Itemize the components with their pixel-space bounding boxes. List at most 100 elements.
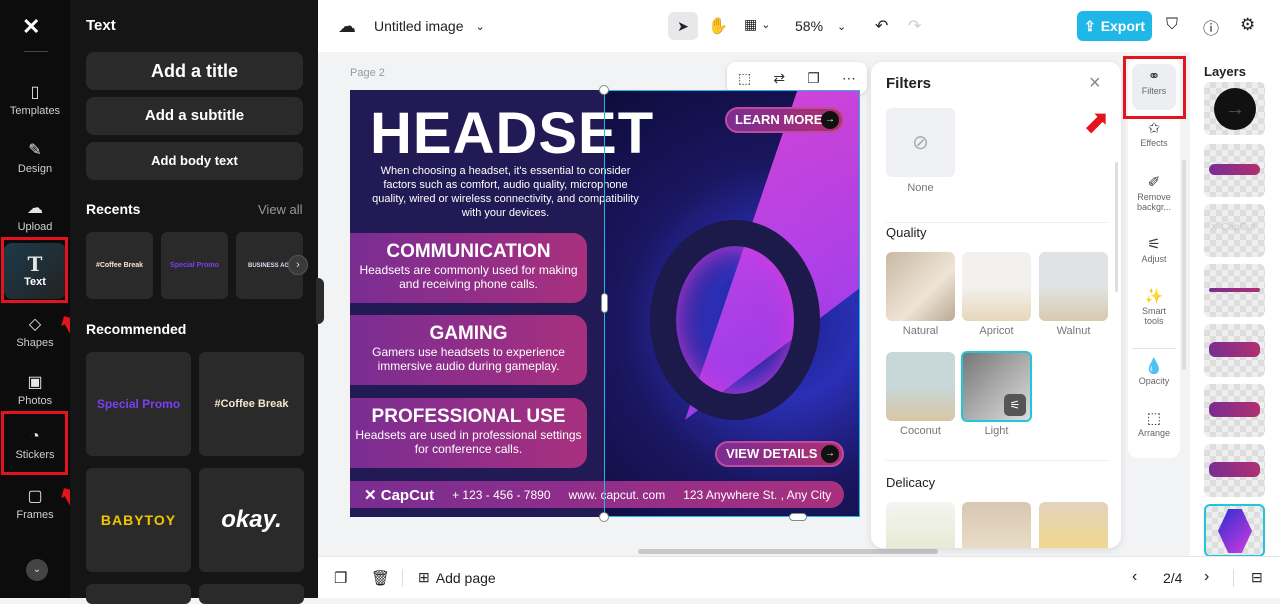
filter-label: Coconut [900, 425, 941, 437]
filter-delicacy-item[interactable] [1039, 502, 1108, 548]
arrange-icon: ⬚ [1146, 410, 1162, 427]
filter-delicacy-item[interactable] [886, 502, 955, 548]
duplicate-icon[interactable]: ❐ [807, 70, 820, 87]
resize-handle[interactable] [599, 512, 609, 522]
horizontal-scrollbar[interactable] [638, 549, 938, 554]
layer-item[interactable] [1204, 264, 1265, 317]
chevron-down-icon: ⌄ [761, 19, 771, 31]
add-page-button[interactable]: ⊞ Add page [418, 569, 496, 586]
resize-handle[interactable] [601, 293, 608, 313]
layout-dropdown[interactable]: ▦ ⌄ [744, 16, 770, 33]
delete-page-icon[interactable]: 🗑 [371, 569, 390, 587]
poster-intro[interactable]: When choosing a headset, it's essential … [368, 164, 643, 220]
section-text: Headsets are used in professional settin… [355, 428, 582, 456]
layer-item[interactable] [1204, 324, 1265, 377]
layer-item[interactable]: → [1204, 82, 1265, 135]
divider [402, 569, 403, 587]
tool-remove-background[interactable]: ✐ Remove backgr... [1128, 175, 1180, 212]
design-icon: ✎ [28, 141, 42, 159]
layer-capcut-text: ✕ CapCut [1210, 222, 1256, 233]
rail-label: Shapes [16, 336, 54, 349]
divider [24, 51, 48, 52]
tool-arrange[interactable]: ⬚ Arrange [1128, 410, 1180, 438]
filter-light-selected[interactable]: ⚟ [961, 351, 1032, 422]
shield-icon[interactable]: ⛉ [1166, 16, 1178, 34]
next-arrow-button[interactable]: › [288, 255, 308, 275]
filter-none[interactable]: ⊘ [886, 108, 955, 177]
section-gaming[interactable]: GAMING Gamers use headsets to experience … [350, 315, 587, 385]
recommended-text-item[interactable]: BABYTOY [86, 468, 191, 572]
expand-chevron-button[interactable]: ⌄ [26, 559, 48, 581]
next-page-button[interactable]: › [1204, 568, 1209, 586]
recents-heading: Recents [86, 201, 141, 217]
tool-label: Adjust [1141, 254, 1167, 264]
cloud-icon[interactable]: ☁ [338, 16, 356, 37]
zoom-dropdown[interactable]: 58% ⌄ [795, 18, 846, 34]
effects-icon: ✩ [1147, 120, 1161, 137]
settings-gear-icon[interactable]: ⚙ [1240, 15, 1255, 35]
tools-scrollbar[interactable] [1182, 160, 1186, 370]
view-all-link[interactable]: View all [258, 202, 303, 217]
redo-button[interactable]: ↷ [908, 16, 921, 36]
bottom-bar: ❐ 🗑 ⊞ Add page ‹ 2/4 › ⊟ [318, 556, 1280, 598]
crop-icon[interactable]: ⬚ [738, 70, 751, 87]
layer-item[interactable] [1204, 384, 1265, 437]
previous-page-button[interactable]: ‹ [1132, 568, 1137, 586]
layer-item[interactable] [1204, 444, 1265, 497]
resize-handle[interactable] [599, 85, 609, 95]
hand-tool-button[interactable]: ✋ [708, 16, 728, 36]
select-tool-button[interactable]: ➤ [668, 12, 698, 40]
adjust-sliders-icon[interactable]: ⚟ [1004, 394, 1026, 416]
recommended-text-item[interactable] [199, 584, 304, 604]
undo-button[interactable]: ↶ [875, 16, 888, 36]
recommended-text-item[interactable]: Special Promo [86, 352, 191, 456]
rail-upload[interactable]: ☁ Upload [4, 188, 66, 244]
recent-text-item[interactable]: #Coffee Break [86, 232, 153, 299]
add-title-button[interactable]: Add a title [86, 52, 303, 90]
tool-effects[interactable]: ✩ Effects [1128, 120, 1180, 148]
tool-smart-tools[interactable]: ✨ Smart tools [1128, 289, 1180, 326]
rail-shapes[interactable]: ◇ Shapes [4, 304, 66, 360]
layer-item-selected[interactable] [1204, 504, 1265, 557]
tool-opacity[interactable]: 💧 Opacity [1128, 359, 1180, 386]
recommended-text-item[interactable]: #Coffee Break [199, 352, 304, 456]
document-title[interactable]: Untitled image ⌄ [374, 18, 485, 34]
upload-icon: ☁ [27, 199, 43, 217]
rail-templates[interactable]: ▯ Templates [4, 72, 66, 128]
selection-box[interactable] [604, 90, 860, 517]
rail-design[interactable]: ✎ Design [4, 130, 66, 186]
export-button[interactable]: ⇪ Export [1077, 11, 1152, 41]
duplicate-page-icon[interactable]: ❐ [334, 569, 347, 587]
rail-photos[interactable]: ▣ Photos [4, 362, 66, 418]
add-subtitle-button[interactable]: Add a subtitle [86, 97, 303, 135]
filter-apricot[interactable] [962, 252, 1031, 321]
add-page-label: Add page [435, 569, 496, 586]
replace-icon[interactable]: ⇄ [773, 70, 785, 87]
resize-handle[interactable] [789, 513, 807, 521]
filter-label: Natural [902, 325, 939, 337]
filters-scrollbar[interactable] [1115, 162, 1118, 292]
recent-text-item[interactable]: Special Promo [161, 232, 228, 299]
rail-frames[interactable]: ▢ Frames [4, 476, 66, 532]
layers-toggle-icon[interactable]: ⊟ [1251, 569, 1263, 586]
layer-item[interactable]: ✕ CapCut [1204, 204, 1265, 257]
zoom-level: 58% [795, 18, 824, 34]
recommended-text-item[interactable] [86, 584, 191, 604]
more-icon[interactable]: ⋯ [842, 70, 856, 87]
filter-coconut[interactable] [886, 352, 955, 421]
rail-label: Frames [16, 508, 54, 521]
filter-natural[interactable] [886, 252, 955, 321]
layer-item[interactable] [1204, 144, 1265, 197]
filter-walnut[interactable] [1039, 252, 1108, 321]
layout-icon: ▦ [744, 16, 758, 32]
collapse-panel-handle[interactable] [316, 278, 324, 324]
tool-adjust[interactable]: ⚟ Adjust [1128, 237, 1180, 264]
section-professional[interactable]: PROFESSIONAL USE Headsets are used in pro… [350, 398, 587, 468]
close-icon[interactable]: × [1089, 72, 1101, 95]
recommended-text-item[interactable]: okay. [199, 468, 304, 572]
quality-heading: Quality [886, 225, 927, 240]
section-communication[interactable]: COMMUNICATION Headsets are commonly used … [350, 233, 587, 303]
filter-delicacy-item[interactable] [962, 502, 1031, 548]
add-body-text-button[interactable]: Add body text [86, 142, 303, 180]
help-icon[interactable]: ⓘ [1203, 15, 1219, 39]
